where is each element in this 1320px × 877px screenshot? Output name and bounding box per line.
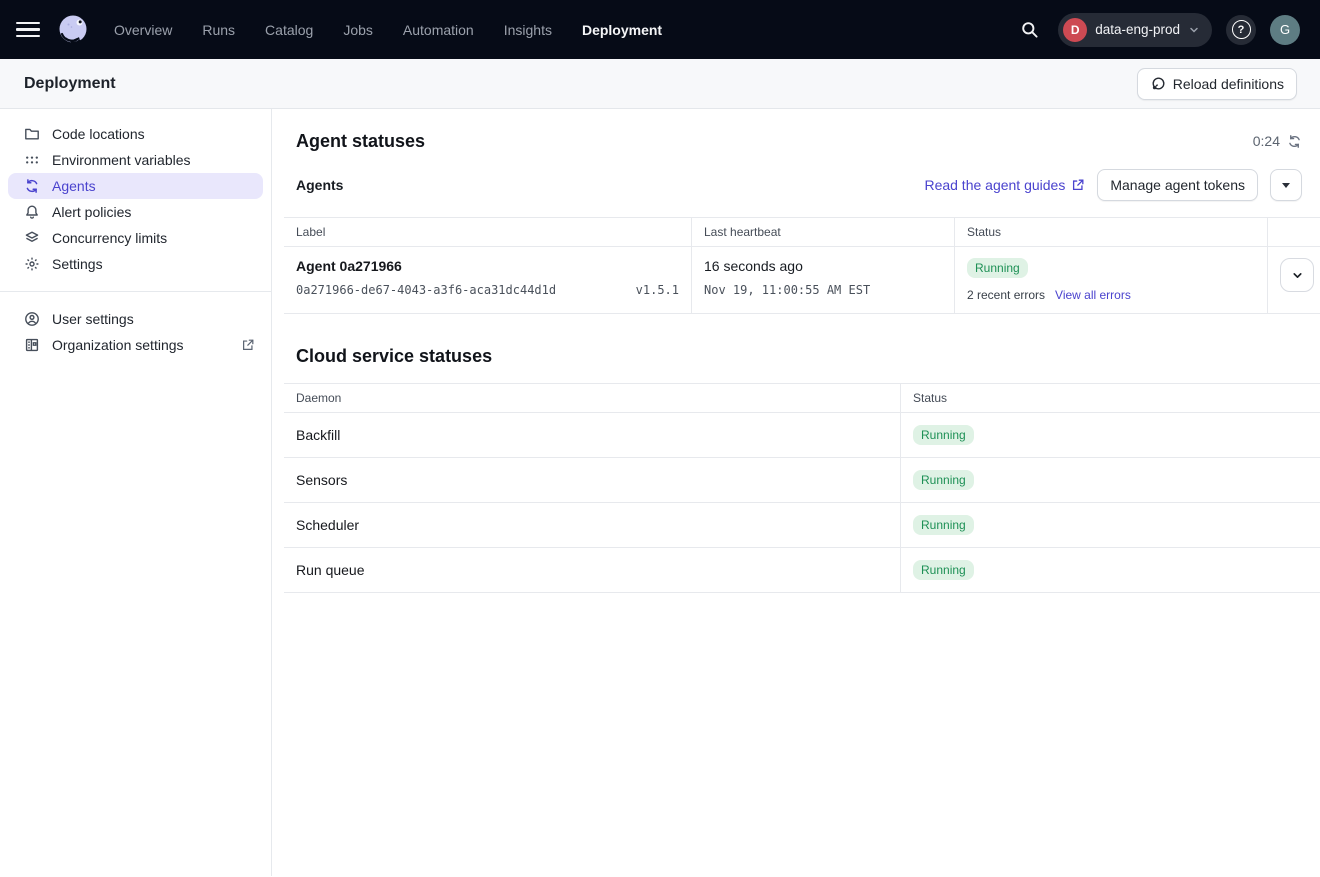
nav-jobs[interactable]: Jobs bbox=[343, 22, 373, 38]
agent-id: 0a271966-de67-4043-a3f6-aca31dc44d1d bbox=[296, 283, 556, 297]
bell-icon bbox=[24, 204, 40, 220]
column-last-heartbeat: Last heartbeat bbox=[692, 218, 955, 246]
code-location-icon bbox=[1150, 76, 1166, 92]
chevron-down-icon bbox=[1291, 269, 1304, 282]
status-badge: Running bbox=[913, 560, 974, 580]
page-title: Deployment bbox=[24, 75, 116, 93]
deployment-switcher[interactable]: D data-eng-prod bbox=[1058, 13, 1212, 47]
refresh-icon bbox=[1287, 134, 1302, 149]
agent-guides-link[interactable]: Read the agent guides bbox=[924, 177, 1085, 193]
agents-table: Label Last heartbeat Status Agent 0a2719… bbox=[284, 217, 1320, 314]
external-link-icon bbox=[241, 338, 255, 352]
column-status: Status bbox=[901, 384, 1320, 412]
chevron-down-icon bbox=[1188, 24, 1200, 36]
menu-icon[interactable] bbox=[16, 16, 44, 44]
cloud-table-header: Daemon Status bbox=[284, 383, 1320, 413]
env-vars-icon bbox=[24, 152, 40, 168]
refresh-countdown: 0:24 bbox=[1253, 133, 1280, 149]
primary-nav: Overview Runs Catalog Jobs Automation In… bbox=[114, 22, 662, 38]
column-status: Status bbox=[955, 218, 1268, 246]
top-navbar: Overview Runs Catalog Jobs Automation In… bbox=[0, 0, 1320, 59]
sidebar-item-user-settings[interactable]: User settings bbox=[0, 306, 271, 332]
folder-icon bbox=[24, 126, 40, 142]
search-icon[interactable] bbox=[1014, 15, 1044, 45]
user-circle-icon bbox=[24, 311, 40, 327]
nav-catalog[interactable]: Catalog bbox=[265, 22, 313, 38]
agents-more-actions-button[interactable] bbox=[1270, 169, 1302, 201]
view-all-errors-link[interactable]: View all errors bbox=[1055, 288, 1131, 302]
nav-overview[interactable]: Overview bbox=[114, 22, 172, 38]
manage-agent-tokens-button[interactable]: Manage agent tokens bbox=[1097, 169, 1258, 201]
agent-row: Agent 0a271966 0a271966-de67-4043-a3f6-a… bbox=[284, 247, 1320, 314]
column-actions bbox=[1268, 218, 1320, 246]
heartbeat-timestamp: Nov 19, 11:00:55 AM EST bbox=[704, 283, 870, 297]
deployment-initial-badge: D bbox=[1063, 18, 1087, 42]
dagster-logo-icon[interactable] bbox=[54, 11, 92, 49]
agent-icon bbox=[24, 178, 40, 194]
external-link-icon bbox=[1071, 178, 1085, 192]
status-badge: Running bbox=[913, 515, 974, 535]
organization-icon bbox=[24, 337, 40, 353]
agent-statuses-title: Agent statuses bbox=[296, 131, 425, 152]
main-content: Agent statuses 0:24 Agents Read the agen… bbox=[272, 109, 1320, 876]
agents-table-header: Label Last heartbeat Status bbox=[284, 217, 1320, 247]
deployment-name: data-eng-prod bbox=[1095, 22, 1180, 37]
daemon-row-backfill: Backfill Running bbox=[284, 413, 1320, 458]
page-header: Deployment Reload definitions bbox=[0, 59, 1320, 109]
daemon-row-sensors: Sensors Running bbox=[284, 458, 1320, 503]
refresh-countdown-button[interactable]: 0:24 bbox=[1253, 133, 1302, 149]
column-label: Label bbox=[284, 218, 692, 246]
column-daemon: Daemon bbox=[284, 384, 901, 412]
status-badge: Running bbox=[913, 470, 974, 490]
agent-version: v1.5.1 bbox=[636, 283, 679, 297]
daemon-row-run-queue: Run queue Running bbox=[284, 548, 1320, 593]
nav-insights[interactable]: Insights bbox=[504, 22, 552, 38]
sidebar-item-agents[interactable]: Agents bbox=[8, 173, 263, 199]
cloud-service-statuses-title: Cloud service statuses bbox=[296, 346, 1302, 367]
nav-runs[interactable]: Runs bbox=[202, 22, 235, 38]
cloud-services-table: Daemon Status Backfill Running Sensors R… bbox=[284, 383, 1320, 593]
daemon-name: Scheduler bbox=[284, 503, 901, 547]
daemon-name: Sensors bbox=[284, 458, 901, 502]
agent-name: Agent 0a271966 bbox=[296, 258, 679, 274]
nav-automation[interactable]: Automation bbox=[403, 22, 474, 38]
reload-definitions-button[interactable]: Reload definitions bbox=[1137, 68, 1297, 100]
status-badge: Running bbox=[913, 425, 974, 445]
sidebar-item-organization-settings[interactable]: Organization settings bbox=[0, 332, 271, 358]
daemon-row-scheduler: Scheduler Running bbox=[284, 503, 1320, 548]
agents-heading: Agents bbox=[296, 177, 343, 193]
recent-errors-count: 2 recent errors bbox=[967, 288, 1045, 302]
heartbeat-relative: 16 seconds ago bbox=[704, 258, 942, 274]
status-badge: Running bbox=[967, 258, 1028, 278]
daemon-name: Run queue bbox=[284, 548, 901, 592]
nav-deployment[interactable]: Deployment bbox=[582, 22, 662, 38]
sidebar-item-concurrency-limits[interactable]: Concurrency limits bbox=[0, 225, 271, 251]
sidebar-divider bbox=[0, 291, 271, 292]
navbar-right: D data-eng-prod ? G bbox=[1014, 13, 1300, 47]
help-icon[interactable]: ? bbox=[1226, 15, 1256, 45]
caret-down-icon bbox=[1282, 183, 1290, 188]
sidebar-item-settings[interactable]: Settings bbox=[0, 251, 271, 277]
sidebar-item-code-locations[interactable]: Code locations bbox=[0, 121, 271, 147]
expand-agent-row-button[interactable] bbox=[1280, 258, 1314, 292]
gear-icon bbox=[24, 256, 40, 272]
sidebar-item-environment-variables[interactable]: Environment variables bbox=[0, 147, 271, 173]
daemon-name: Backfill bbox=[284, 413, 901, 457]
sidebar-item-alert-policies[interactable]: Alert policies bbox=[0, 199, 271, 225]
avatar[interactable]: G bbox=[1270, 15, 1300, 45]
deployment-sidebar: Code locations Environment variables Age… bbox=[0, 109, 272, 876]
layers-icon bbox=[24, 230, 40, 246]
